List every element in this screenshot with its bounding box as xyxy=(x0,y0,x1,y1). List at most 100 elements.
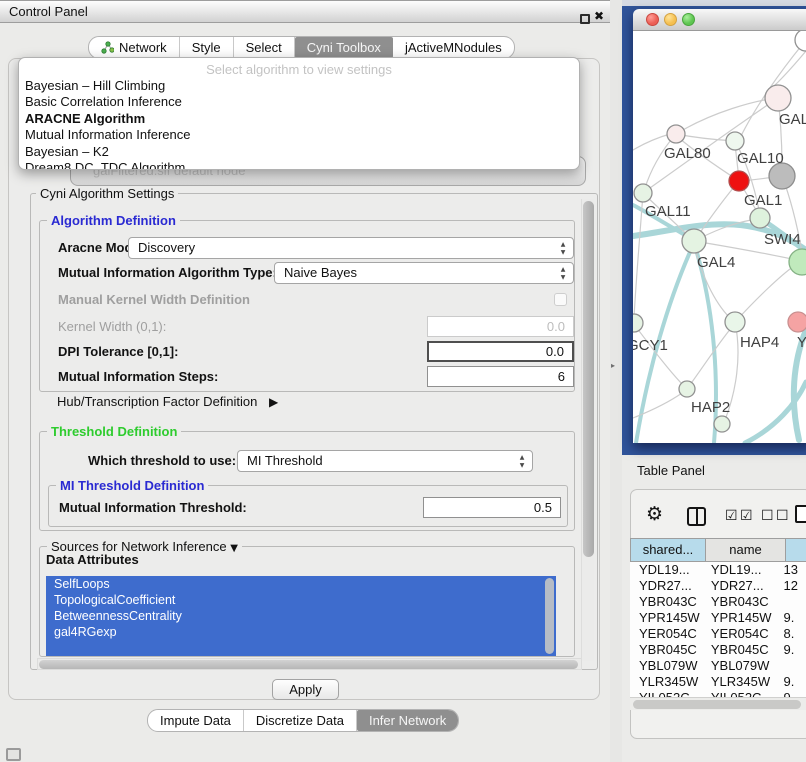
attributes-scrollbar[interactable] xyxy=(545,578,554,654)
algorithm-option[interactable]: Bayesian – K2 xyxy=(19,144,579,160)
node-label: GAL1 xyxy=(744,192,782,209)
which-threshold-combobox[interactable]: MI Threshold ▲▼ xyxy=(237,450,533,472)
algorithm-option[interactable]: Dream8 DC_TDC Algorithm xyxy=(19,160,579,170)
network-node[interactable] xyxy=(726,132,744,150)
settings-horizontal-scrollbar[interactable] xyxy=(37,658,582,670)
tab-style[interactable]: Style xyxy=(180,37,234,58)
tab-cyni-toolbox[interactable]: Cyni Toolbox xyxy=(295,37,393,58)
mi-type-label: Mutual Information Algorithm Type: xyxy=(58,262,277,284)
network-node[interactable] xyxy=(667,125,685,143)
zoom-traffic-light-icon[interactable] xyxy=(682,13,695,26)
network-node[interactable] xyxy=(788,312,806,332)
expand-arrow-icon[interactable]: ▶ xyxy=(269,395,278,409)
table-row[interactable]: YPR145WYPR145W9. xyxy=(630,610,806,626)
algorithm-option[interactable]: Basic Correlation Inference xyxy=(19,94,579,110)
network-node[interactable] xyxy=(789,249,806,275)
data-attribute-item[interactable]: SelfLoops xyxy=(46,576,556,592)
collapse-arrow-icon[interactable]: ▼ xyxy=(230,543,238,554)
tab-discretize-data[interactable]: Discretize Data xyxy=(244,710,357,731)
algorithm-definition-title: Algorithm Definition xyxy=(47,213,180,228)
mi-steps-label: Mutual Information Steps: xyxy=(58,366,218,388)
tab-jactivemnodules[interactable]: jActiveMNodules xyxy=(393,37,514,58)
table-row[interactable]: YBR043CYBR043C xyxy=(630,594,806,610)
network-node[interactable] xyxy=(765,85,791,111)
table-row[interactable]: YLR345WYLR345W9. xyxy=(630,674,806,690)
mi-threshold-label: Mutual Information Threshold: xyxy=(59,497,247,519)
kernel-width-field[interactable]: 0.0 xyxy=(427,316,574,337)
algorithm-option[interactable]: Bayesian – Hill Climbing xyxy=(19,78,579,94)
node-label: GCY1 xyxy=(633,337,668,354)
network-edge xyxy=(735,266,794,322)
algorithm-definition-group: Algorithm Definition Aracne Mode: Discov… xyxy=(39,220,575,392)
checked-box-icon[interactable]: ☑ xyxy=(740,508,753,524)
network-node[interactable] xyxy=(679,381,695,397)
table-cell: YLR345W xyxy=(630,674,702,690)
float-window-icon[interactable] xyxy=(580,14,590,24)
network-node[interactable] xyxy=(725,312,745,332)
table-row[interactable]: YBR045CYBR045C9. xyxy=(630,642,806,658)
algorithm-option[interactable]: ARACNE Algorithm xyxy=(19,111,579,127)
table-cell: 9. xyxy=(777,610,806,626)
minimized-panel-icon[interactable] xyxy=(6,748,21,761)
data-attribute-item[interactable]: TopologicalCoefficient xyxy=(46,592,556,608)
unchecked-box-icon[interactable]: ☐ xyxy=(761,508,774,524)
network-edge xyxy=(676,98,778,134)
node-label: HAP2 xyxy=(691,399,730,416)
network-window[interactable]: GAL8GAL80GAL10GAL1GAL11SWI4GAL4GCY1HAP4Y… xyxy=(633,9,806,443)
column-header-partial[interactable] xyxy=(786,538,806,562)
minimize-traffic-light-icon[interactable] xyxy=(664,13,677,26)
table-row[interactable]: YIL052CYIL052C9. xyxy=(630,690,806,697)
manual-kernel-checkbox[interactable] xyxy=(554,293,567,306)
network-window-titlebar[interactable] xyxy=(633,9,806,31)
table-cell: YDR27... xyxy=(702,578,778,594)
network-node[interactable] xyxy=(729,171,749,191)
network-tab-icon xyxy=(101,41,114,54)
algorithm-option[interactable]: Mutual Information Inference xyxy=(19,127,579,143)
mi-threshold-field[interactable]: 0.5 xyxy=(423,497,561,518)
split-view-icon[interactable] xyxy=(687,507,706,526)
tab-select[interactable]: Select xyxy=(234,37,295,58)
network-node[interactable] xyxy=(795,31,806,51)
algorithm-dropdown-popup: Select algorithm to view settings Bayesi… xyxy=(18,57,580,170)
column-header-name[interactable]: name xyxy=(706,538,786,562)
close-icon[interactable]: ✖ xyxy=(594,9,604,23)
aracne-mode-combobox[interactable]: Discovery ▲▼ xyxy=(128,237,574,259)
divider-handle-icon[interactable]: ▸ xyxy=(611,361,615,370)
table-cell: YBL079W xyxy=(630,658,702,674)
tab-impute-data[interactable]: Impute Data xyxy=(148,710,244,731)
aracne-mode-value: Discovery xyxy=(138,240,195,255)
tab-infer-network[interactable]: Infer Network xyxy=(357,710,458,731)
threshold-definition-title: Threshold Definition xyxy=(47,424,181,439)
mi-steps-field[interactable]: 6 xyxy=(427,366,574,387)
mi-type-combobox[interactable]: Naive Bayes ▲▼ xyxy=(274,262,574,284)
network-node[interactable] xyxy=(633,314,643,332)
data-attribute-item[interactable]: BetweennessCentrality xyxy=(46,608,556,624)
hub-definition-toggle[interactable]: Hub/Transcription Factor Definition ▶ xyxy=(57,394,278,410)
checked-box-icon[interactable]: ☑ xyxy=(725,508,738,524)
apply-button[interactable]: Apply xyxy=(272,679,339,700)
unchecked-box-icon[interactable]: ☐ xyxy=(776,508,789,524)
network-node[interactable] xyxy=(682,229,706,253)
document-icon[interactable] xyxy=(795,505,806,523)
data-attribute-item[interactable]: gal4RGexp xyxy=(46,624,556,640)
table-row[interactable]: YDL19...YDL19...13 xyxy=(630,562,806,578)
network-node[interactable] xyxy=(750,208,770,228)
node-label: SWI4 xyxy=(764,231,801,248)
dpi-tolerance-field[interactable]: 0.0 xyxy=(427,341,574,362)
table-row[interactable]: YER054CYER054C8. xyxy=(630,626,806,642)
table-row[interactable]: YBL079WYBL079W xyxy=(630,658,806,674)
cyni-algorithm-settings-group: Cyni Algorithm Settings Algorithm Defini… xyxy=(30,193,598,670)
table-cell: YPR145W xyxy=(630,610,702,626)
kernel-width-label: Kernel Width (0,1): xyxy=(58,316,166,338)
table-horizontal-scrollbar[interactable] xyxy=(630,697,806,710)
settings-vertical-scrollbar[interactable] xyxy=(581,199,594,661)
column-header-shared-name[interactable]: shared... xyxy=(630,538,706,562)
network-canvas[interactable]: GAL8GAL80GAL10GAL1GAL11SWI4GAL4GCY1HAP4Y… xyxy=(633,31,806,443)
table-row[interactable]: YDR27...YDR27...12 xyxy=(630,578,806,594)
tab-network[interactable]: Network xyxy=(89,37,180,58)
network-node[interactable] xyxy=(714,416,730,432)
panel-divider[interactable] xyxy=(610,0,622,762)
close-traffic-light-icon[interactable] xyxy=(646,13,659,26)
gear-icon[interactable]: ⚙ xyxy=(646,503,663,525)
network-node[interactable] xyxy=(634,184,652,202)
